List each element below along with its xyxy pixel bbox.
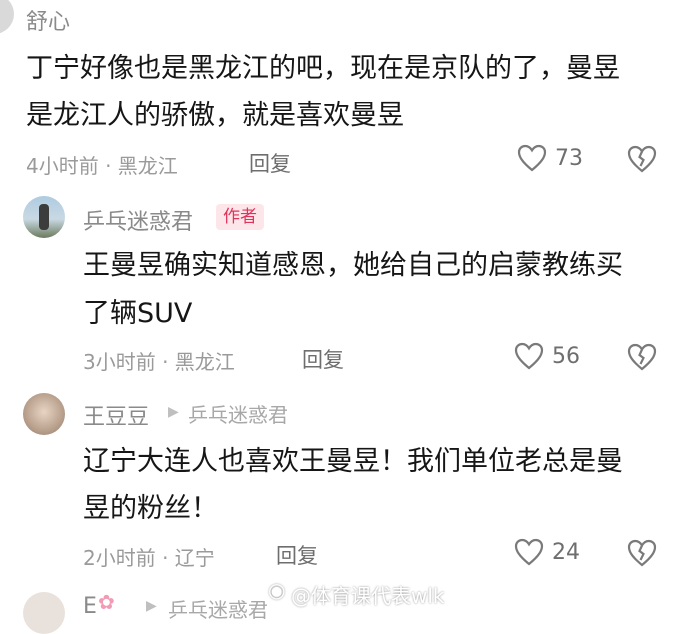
comment-text-line: 了辆SUV [83, 298, 193, 329]
avatar-figure [39, 204, 49, 230]
broken-heart-icon [627, 343, 657, 371]
heart-icon [514, 538, 544, 566]
reply-button[interactable]: 回复 [302, 344, 344, 374]
comment-meta: 2小时前 · 辽宁 [83, 546, 215, 570]
broken-heart-icon [627, 145, 657, 173]
like-count: 56 [552, 343, 580, 369]
heart-icon [514, 342, 544, 370]
comment-text-line: 辽宁大连人也喜欢王曼昱！我们单位老总是曼 [83, 446, 623, 477]
reply-button[interactable]: 回复 [249, 148, 291, 178]
dislike-button[interactable] [627, 343, 657, 375]
reply-to-username[interactable]: 乒乓迷惑君 [188, 399, 288, 428]
weibo-logo-icon: ◉ [268, 578, 286, 602]
like-button[interactable]: 24 [514, 538, 580, 566]
avatar[interactable] [23, 196, 65, 238]
broken-heart-icon [627, 539, 657, 567]
comment-meta: 4小时前 · 黑龙江 [26, 154, 178, 178]
avatar[interactable] [23, 592, 65, 634]
like-button[interactable]: 56 [514, 342, 580, 370]
reply-button[interactable]: 回复 [276, 540, 318, 570]
comment-username[interactable]: 舒心 [26, 4, 70, 36]
like-count: 24 [552, 539, 580, 565]
comment-username[interactable]: E [83, 594, 97, 619]
comment-text-line: 是龙江人的骄傲，就是喜欢曼昱 [26, 100, 404, 131]
like-count: 73 [555, 145, 583, 171]
avatar[interactable] [23, 393, 65, 435]
comment-username[interactable]: 王豆豆 [83, 399, 149, 431]
reply-arrow-icon: ▶ [168, 404, 179, 420]
author-badge: 作者 [216, 204, 264, 230]
flower-icon: ✿ [98, 590, 115, 614]
comment-text-line: 丁宁好像也是黑龙江的吧，现在是京队的了，曼昱 [26, 53, 620, 84]
comment-text-line: 昱的粉丝！ [83, 493, 218, 524]
comment-text-line: 王曼昱确实知道感恩，她给自己的启蒙教练买 [83, 250, 623, 281]
reply-to-username[interactable]: 乒乓迷惑君 [168, 594, 268, 623]
comment-meta: 3小时前 · 黑龙江 [83, 350, 235, 374]
reply-arrow-icon: ▶ [146, 598, 157, 614]
heart-icon [517, 144, 547, 172]
comment-username[interactable]: 乒乓迷惑君 [83, 204, 193, 236]
dislike-button[interactable] [627, 539, 657, 571]
watermark: @体育课代表wlk [291, 584, 445, 608]
dislike-button[interactable] [627, 145, 657, 177]
avatar[interactable] [0, 0, 14, 34]
like-button[interactable]: 73 [517, 144, 583, 172]
